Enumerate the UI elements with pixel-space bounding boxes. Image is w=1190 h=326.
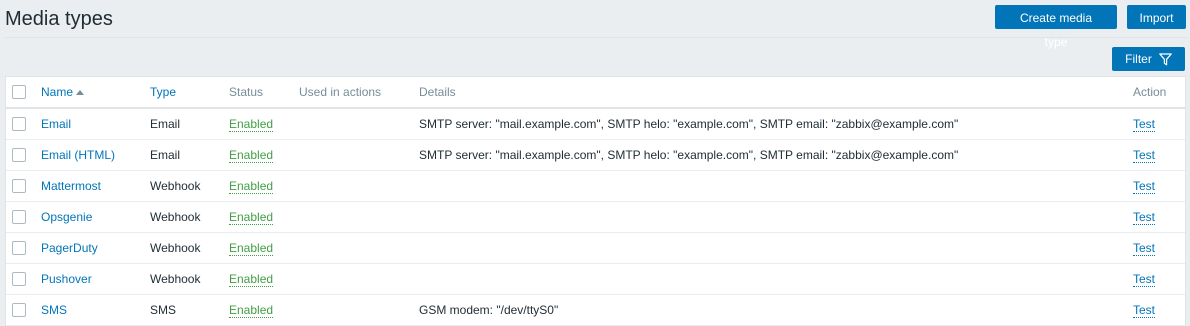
header-type[interactable]: Type bbox=[150, 77, 229, 109]
media-type-type: Webhook bbox=[150, 263, 229, 295]
media-type-name-link[interactable]: Pushover bbox=[41, 272, 92, 286]
media-type-type: Email bbox=[150, 139, 229, 171]
media-type-name-link[interactable]: Email bbox=[41, 117, 71, 131]
media-type-details bbox=[419, 232, 1133, 264]
row-checkbox[interactable] bbox=[12, 241, 26, 256]
media-type-type: Webhook bbox=[150, 170, 229, 202]
media-type-name-link[interactable]: SMS bbox=[41, 303, 67, 317]
media-type-details bbox=[419, 170, 1133, 202]
sort-by-name-link[interactable]: Name bbox=[41, 85, 73, 99]
row-checkbox[interactable] bbox=[12, 303, 26, 318]
sort-by-type-link[interactable]: Type bbox=[150, 85, 176, 99]
filter-button-label: Filter bbox=[1125, 52, 1152, 66]
media-type-type: SMS bbox=[150, 294, 229, 326]
used-in-actions bbox=[299, 139, 419, 171]
create-media-type-button[interactable]: Create media type bbox=[995, 5, 1117, 49]
used-in-actions bbox=[299, 232, 419, 264]
used-in-actions bbox=[299, 294, 419, 326]
test-link[interactable]: Test bbox=[1133, 179, 1156, 194]
media-type-details: SMTP server: "mail.example.com", SMTP he… bbox=[419, 139, 1133, 171]
table-row: Email (HTML) Email Enabled SMTP server: … bbox=[6, 139, 1185, 171]
select-all-checkbox[interactable] bbox=[12, 85, 26, 100]
status-toggle[interactable]: Enabled bbox=[229, 303, 274, 318]
used-in-actions bbox=[299, 170, 419, 202]
header-details: Details bbox=[419, 77, 1133, 109]
media-type-details: SMTP server: "mail.example.com", SMTP he… bbox=[419, 108, 1133, 140]
media-type-name-link[interactable]: Mattermost bbox=[41, 179, 101, 193]
media-type-name-link[interactable]: Opsgenie bbox=[41, 210, 92, 224]
status-toggle[interactable]: Enabled bbox=[229, 210, 274, 225]
row-checkbox[interactable] bbox=[12, 148, 26, 163]
media-type-details: GSM modem: "/dev/ttyS0" bbox=[419, 294, 1133, 326]
table-row: Email Email Enabled SMTP server: "mail.e… bbox=[6, 108, 1185, 140]
table-row: Mattermost Webhook Enabled Test bbox=[6, 170, 1185, 202]
media-type-type: Webhook bbox=[150, 232, 229, 264]
media-type-details bbox=[419, 201, 1133, 233]
table-row: PagerDuty Webhook Enabled Test bbox=[6, 232, 1185, 264]
media-type-name-link[interactable]: PagerDuty bbox=[41, 241, 98, 255]
status-toggle[interactable]: Enabled bbox=[229, 241, 274, 256]
row-checkbox[interactable] bbox=[12, 272, 26, 287]
page-title: Media types bbox=[5, 8, 113, 30]
media-types-table: Name Type Status Used in actions Details… bbox=[5, 76, 1186, 326]
table-row: Opsgenie Webhook Enabled Test bbox=[6, 201, 1185, 233]
status-toggle[interactable]: Enabled bbox=[229, 272, 274, 287]
header-status: Status bbox=[229, 77, 299, 109]
used-in-actions bbox=[299, 108, 419, 140]
table-header-row: Name Type Status Used in actions Details… bbox=[6, 77, 1185, 109]
test-link[interactable]: Test bbox=[1133, 210, 1156, 225]
header-select-all-cell bbox=[6, 77, 41, 109]
test-link[interactable]: Test bbox=[1133, 148, 1156, 163]
media-type-type: Email bbox=[150, 108, 229, 140]
status-toggle[interactable]: Enabled bbox=[229, 117, 274, 132]
header-name[interactable]: Name bbox=[41, 77, 150, 109]
media-type-name-link[interactable]: Email (HTML) bbox=[41, 148, 115, 162]
header-divider bbox=[5, 37, 1187, 38]
filter-button[interactable]: Filter bbox=[1112, 47, 1185, 71]
header-used-in-actions: Used in actions bbox=[299, 77, 419, 109]
filter-icon bbox=[1159, 52, 1172, 66]
import-button[interactable]: Import bbox=[1127, 5, 1186, 29]
sort-ascending-icon bbox=[76, 90, 85, 95]
used-in-actions bbox=[299, 201, 419, 233]
test-link[interactable]: Test bbox=[1133, 303, 1156, 318]
media-type-details bbox=[419, 263, 1133, 295]
row-checkbox[interactable] bbox=[12, 117, 26, 132]
status-toggle[interactable]: Enabled bbox=[229, 179, 274, 194]
row-checkbox[interactable] bbox=[12, 179, 26, 194]
status-toggle[interactable]: Enabled bbox=[229, 148, 274, 163]
test-link[interactable]: Test bbox=[1133, 241, 1156, 256]
row-checkbox[interactable] bbox=[12, 210, 26, 225]
table-row: SMS SMS Enabled GSM modem: "/dev/ttyS0" … bbox=[6, 294, 1185, 326]
header-action: Action bbox=[1133, 77, 1185, 109]
test-link[interactable]: Test bbox=[1133, 272, 1156, 287]
table-row: Pushover Webhook Enabled Test bbox=[6, 263, 1185, 295]
media-type-type: Webhook bbox=[150, 201, 229, 233]
used-in-actions bbox=[299, 263, 419, 295]
test-link[interactable]: Test bbox=[1133, 117, 1156, 132]
